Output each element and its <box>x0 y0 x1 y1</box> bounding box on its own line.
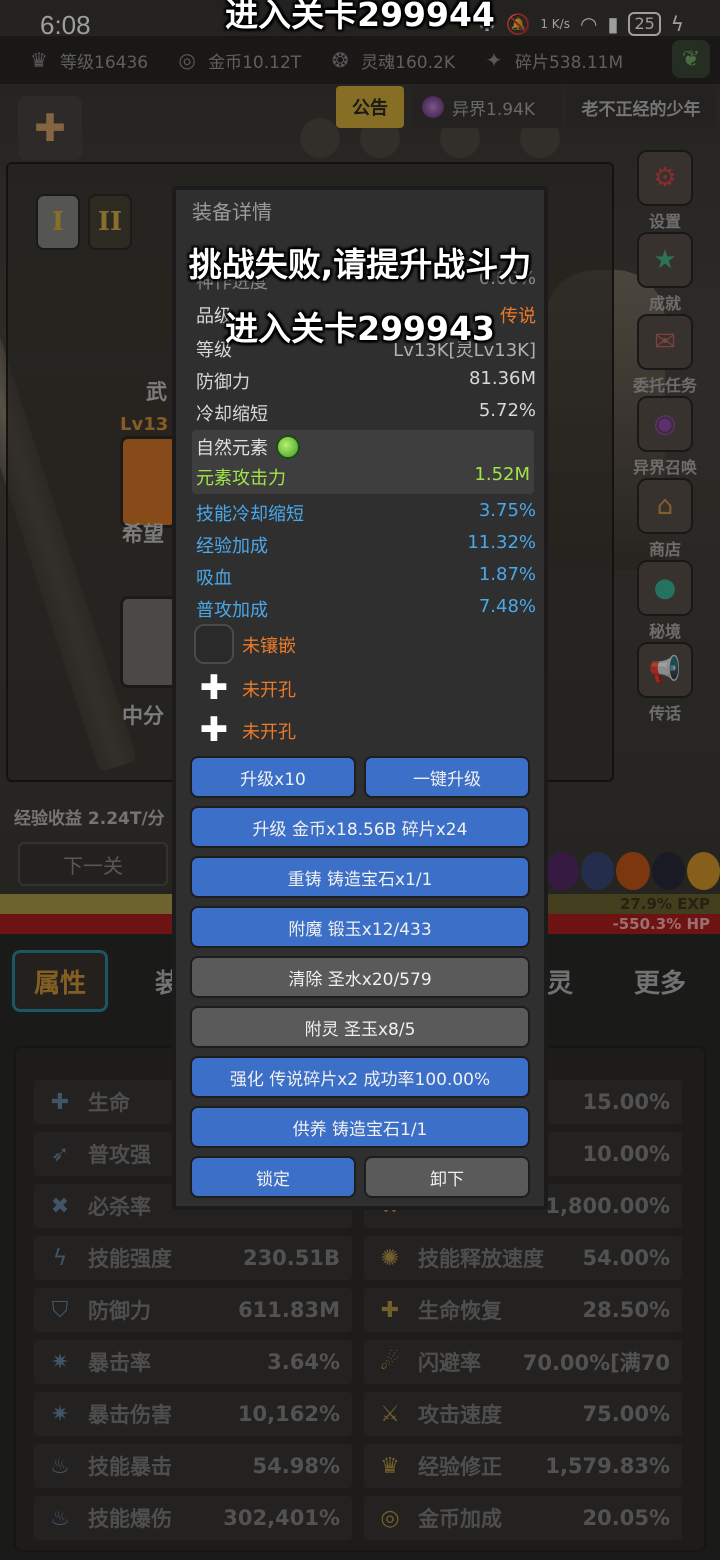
bonus-label: 普攻加成 <box>196 600 268 621</box>
bonus-label: 技能冷却缩短 <box>196 504 304 525</box>
nature-leaf-icon <box>276 435 300 459</box>
modal-title: 装备详情 <box>192 200 272 224</box>
defense-label: 防御力 <box>196 372 250 393</box>
unequip-button[interactable]: 卸下 <box>364 1156 530 1198</box>
upgrade-button[interactable]: 升级 金币x18.56B 碎片x24 <box>190 806 530 848</box>
element-attack-value: 1.52M <box>474 464 530 485</box>
strengthen-button[interactable]: 强化 传说碎片x2 成功率100.00% <box>190 1056 530 1098</box>
bonus-label: 经验加成 <box>196 536 268 557</box>
cooldown-row: 冷却缩短 5.72% <box>196 400 536 426</box>
toast-challenge-failed: 挑战失败,请提升战斗力 <box>188 245 532 284</box>
toast-enter-stage: 进入关卡299943 <box>225 309 495 348</box>
bonus-row: 技能冷却缩短 3.75% <box>196 500 536 526</box>
bonus-label: 吸血 <box>196 568 232 589</box>
defense-value: 81.36M <box>468 368 536 389</box>
element-box: 自然元素 元素攻击力 1.52M <box>192 430 534 494</box>
reforge-button[interactable]: 重铸 铸造宝石x1/1 <box>190 856 530 898</box>
enchant-button[interactable]: 附魔 锻玉x12/433 <box>190 906 530 948</box>
bonus-value: 11.32% <box>467 532 536 553</box>
bonus-row: 普攻加成 7.48% <box>196 596 536 622</box>
gem-socket[interactable] <box>194 624 234 664</box>
plus-icon[interactable]: ✚ <box>194 668 234 708</box>
upgrade-x10-button[interactable]: 升级x10 <box>190 756 356 798</box>
cooldown-label: 冷却缩短 <box>196 404 268 425</box>
one-key-upgrade-button[interactable]: 一键升级 <box>364 756 530 798</box>
bonus-value: 3.75% <box>478 500 536 521</box>
defense-row: 防御力 81.36M <box>196 368 536 394</box>
nurture-button[interactable]: 供养 铸造宝石1/1 <box>190 1106 530 1148</box>
socket-label: 未开孔 <box>242 680 296 701</box>
socket-label: 未镶嵌 <box>242 636 296 657</box>
lock-button[interactable]: 锁定 <box>190 1156 356 1198</box>
bonus-value: 1.87% <box>478 564 536 585</box>
socket-label: 未开孔 <box>242 722 296 743</box>
spirit-bind-button[interactable]: 附灵 圣玉x8/5 <box>190 1006 530 1048</box>
element-attack-label: 元素攻击力 <box>196 468 286 489</box>
cooldown-value: 5.72% <box>478 400 536 421</box>
plus-icon[interactable]: ✚ <box>194 710 234 750</box>
element-attack-row: 元素攻击力 1.52M <box>196 464 530 490</box>
element-title: 自然元素 <box>196 434 300 460</box>
toast-enter-stage-top: 进入关卡299944 <box>225 0 495 34</box>
clear-button[interactable]: 清除 圣水x20/579 <box>190 956 530 998</box>
element-name: 自然元素 <box>196 438 268 459</box>
bonus-value: 7.48% <box>478 596 536 617</box>
bonus-row: 经验加成 11.32% <box>196 532 536 558</box>
bonus-row: 吸血 1.87% <box>196 564 536 590</box>
